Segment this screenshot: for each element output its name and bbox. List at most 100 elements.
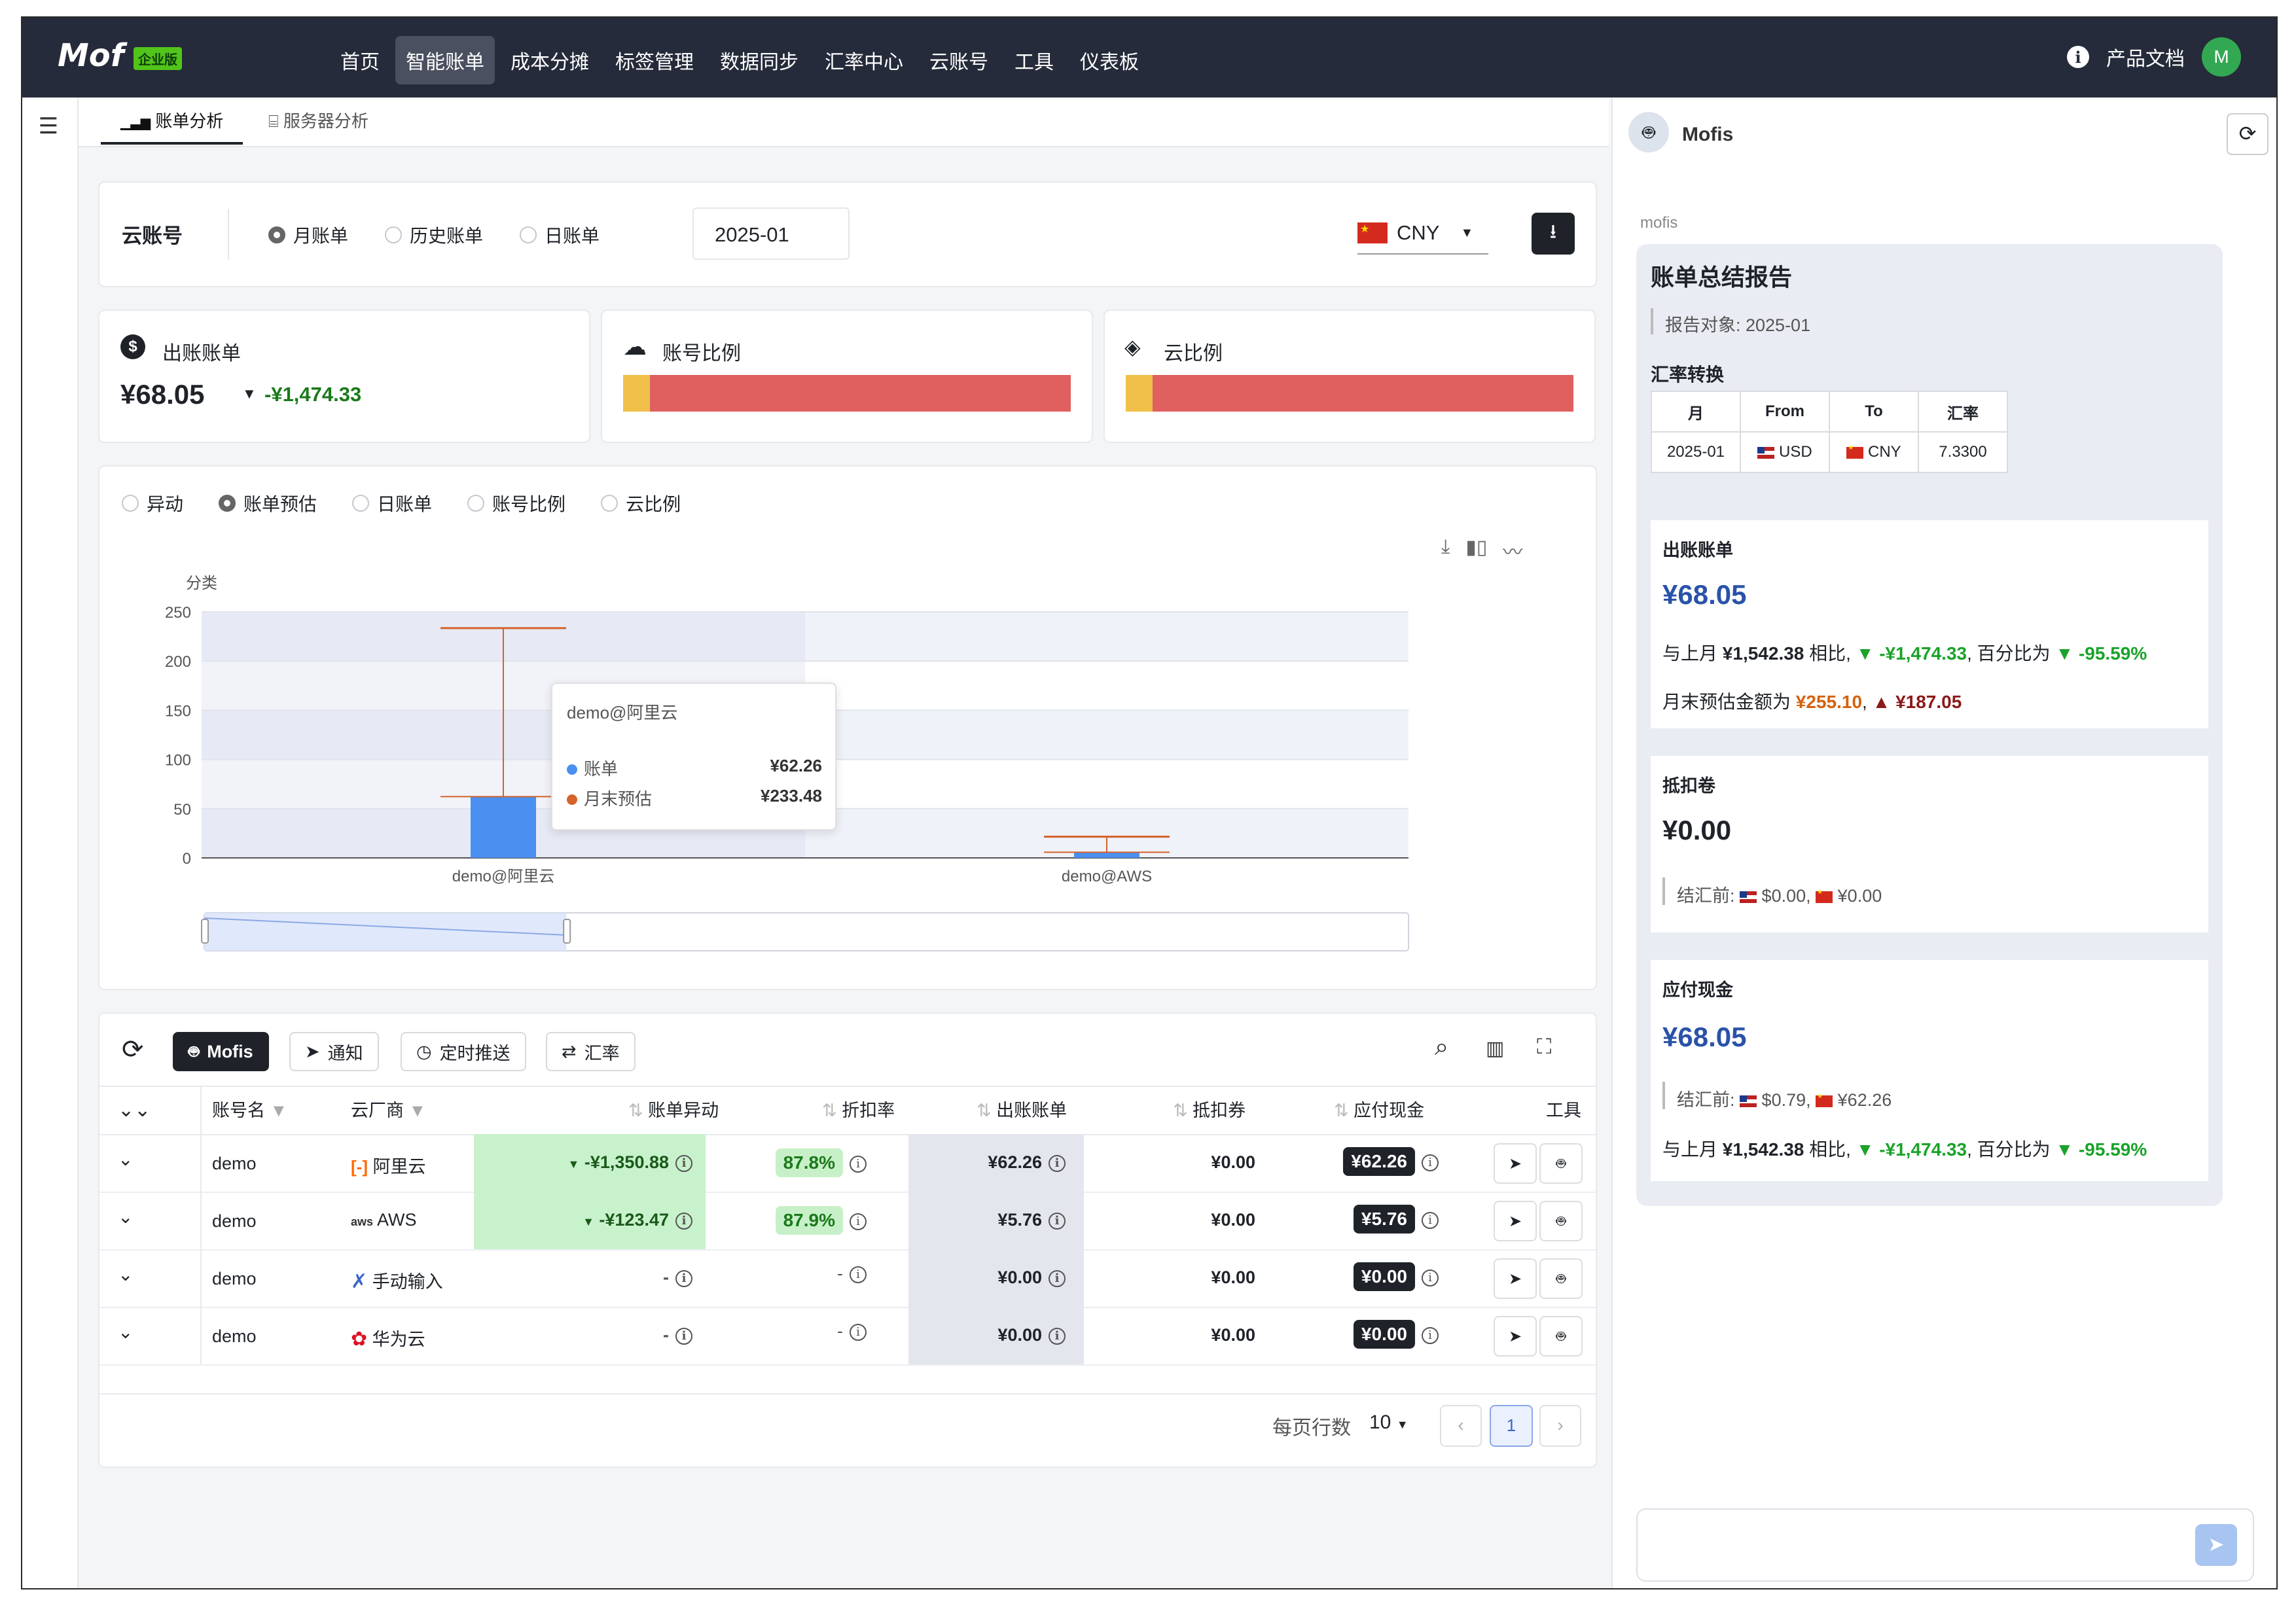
avatar[interactable]: M — [2202, 37, 2241, 77]
expand-all-icon[interactable]: ⌄⌄ — [118, 1087, 151, 1134]
send-message-icon[interactable]: ➤ — [2195, 1524, 2237, 1566]
edition-badge: 企业版 — [134, 47, 182, 70]
fx-button[interactable]: ⇄ 汇率 — [546, 1032, 636, 1071]
info-icon: i — [1049, 1269, 1066, 1287]
info-icon: i — [1422, 1326, 1439, 1344]
nav-item-home[interactable]: 首页 — [330, 36, 390, 84]
month-picker[interactable]: 2025-01 — [692, 207, 850, 260]
menu-toggle-icon[interactable]: ☰ — [34, 112, 63, 141]
side-strip: ☰ — [22, 98, 79, 1588]
send-notify-icon[interactable]: ➤ — [1494, 1316, 1537, 1357]
table-row[interactable]: ⌄ demo ✗ 手动输入 -i -i ¥0.00 i ¥0.00 ¥0.00 i … — [99, 1249, 1596, 1308]
per-page-select[interactable]: 10 ▼ — [1369, 1411, 1408, 1434]
layers-icon: ◈ — [1124, 335, 1141, 359]
col-coupon[interactable]: ⇅ 抵扣券 — [1173, 1087, 1246, 1134]
bill-forecast-chart[interactable]: 0 50 100 150 200 250 分类 demo@阿里云 demo@AWS — [99, 467, 1596, 989]
refresh-icon[interactable]: ⟳ — [2227, 113, 2269, 155]
info-icon: i — [1049, 1327, 1066, 1345]
radio-daily[interactable]: 日账单 — [520, 222, 600, 248]
tab-bill-analysis[interactable]: ▁▃▆ 账单分析 — [101, 98, 243, 145]
chart-card: 异动 账单预估 日账单 账号比例 云比例 ⤓ ▮▯ 〰 0 50 100 150 200… — [98, 465, 1597, 990]
expand-row-icon[interactable]: ⌄ — [118, 1264, 133, 1285]
col-billed[interactable]: ⇅ 出账账单 — [977, 1087, 1067, 1134]
robot-icon[interactable]: 🤖︎ — [1539, 1316, 1583, 1357]
info-icon: i — [850, 1266, 867, 1283]
account-name: demo — [212, 1326, 257, 1346]
nav-item-tags[interactable]: 标签管理 — [605, 36, 704, 84]
col-vendor[interactable]: 云厂商 ▼ — [351, 1087, 426, 1134]
fullscreen-icon[interactable]: ⛶ — [1537, 1035, 1551, 1059]
nav-item-data-sync[interactable]: 数据同步 — [709, 36, 809, 84]
col-account[interactable]: 账号名 ▼ — [212, 1087, 287, 1134]
radio-monthly[interactable]: 月账单 — [268, 222, 348, 248]
filter-icon[interactable]: ▼ — [270, 1101, 288, 1120]
nav-item-fx-center[interactable]: 汇率中心 — [814, 36, 914, 84]
y-tick-label: 200 — [165, 653, 191, 671]
page-1-button[interactable]: 1 — [1490, 1405, 1533, 1447]
docs-link[interactable]: 产品文档 — [2106, 43, 2185, 71]
huawei-icon: ✿ — [351, 1328, 368, 1350]
notify-button[interactable]: ➤ 通知 — [289, 1032, 379, 1071]
zoom-handle-left — [201, 919, 209, 944]
app-logo[interactable]: Mof — [58, 37, 124, 74]
search-icon[interactable]: ⌕ — [1435, 1033, 1448, 1061]
vendor: ✗ 手动输入 — [351, 1271, 443, 1292]
send-notify-icon[interactable]: ➤ — [1494, 1201, 1537, 1241]
send-notify-icon[interactable]: ➤ — [1494, 1143, 1537, 1184]
expand-row-icon[interactable]: ⌄ — [118, 1321, 133, 1343]
mofis-button[interactable]: 🤖︎ Mofis — [173, 1032, 269, 1071]
account-ratio-bar[interactable] — [623, 375, 1071, 412]
info-icon: i — [1422, 1154, 1439, 1171]
cash-summary: 应付现金 ¥68.05 结汇前: $0.79, ¥62.26 与上月 ¥1,54… — [1651, 960, 2208, 1181]
coupon-value: ¥0.00 — [1211, 1325, 1255, 1345]
bar-bill — [1074, 852, 1139, 858]
info-icon: i — [675, 1212, 692, 1230]
main-nav: 首页 智能账单 成本分摊 标签管理 数据同步 汇率中心 云账号 工具 仪表板 — [330, 36, 1149, 84]
tab-server-analysis[interactable]: ⌸ 服务器分析 — [249, 98, 388, 145]
info-icon[interactable]: i — [2067, 46, 2089, 68]
change-value: -i — [663, 1268, 692, 1288]
nav-item-cost-allocation[interactable]: 成本分摊 — [500, 36, 600, 84]
table-row[interactable]: ⌄ demo ✿ 华为云 -i -i ¥0.00 i ¥0.00 ¥0.00 i ➤… — [99, 1307, 1596, 1366]
coupon-summary: 抵扣卷 ¥0.00 结汇前: $0.00, ¥0.00 — [1651, 756, 2208, 932]
cloud-ratio-label: 云比例 — [1164, 343, 1223, 364]
coupon-value: ¥0.00 — [1211, 1268, 1255, 1287]
tooltip-title: demo@阿里云 — [567, 703, 678, 722]
caret-down-icon: ▼ — [242, 385, 257, 402]
table-row[interactable]: ⌄ demo aws AWS ▼ -¥123.47 i 87.9% i ¥5.76 i… — [99, 1192, 1596, 1251]
nav-item-dashboard[interactable]: 仪表板 — [1069, 36, 1149, 84]
refresh-icon[interactable]: ⟳ — [122, 1035, 144, 1065]
fx-title: 汇率转换 — [1651, 364, 1725, 385]
send-notify-icon[interactable]: ➤ — [1494, 1258, 1537, 1299]
col-discount[interactable]: ⇅ 折扣率 — [822, 1087, 895, 1134]
schedule-button[interactable]: ◷ 定时推送 — [401, 1032, 526, 1071]
table-row[interactable]: ⌄ demo [-] 阿里云 ▼ -¥1,350.88 i 87.8% i ¥62.… — [99, 1134, 1596, 1193]
expand-row-icon[interactable]: ⌄ — [118, 1148, 133, 1170]
currency-select[interactable]: ★ CNY ▼ — [1357, 213, 1488, 255]
robot-icon[interactable]: 🤖︎ — [1539, 1258, 1583, 1299]
cloud-ratio-bar[interactable] — [1126, 375, 1573, 412]
chat-input[interactable]: ➤ — [1636, 1508, 2254, 1582]
y-tick-label: 50 — [173, 801, 191, 819]
next-page-icon[interactable]: › — [1539, 1405, 1581, 1447]
nav-item-cloud-accounts[interactable]: 云账号 — [919, 36, 999, 84]
filter-icon[interactable]: ▼ — [409, 1101, 427, 1120]
nav-item-smart-bill[interactable]: 智能账单 — [395, 36, 495, 84]
coupon-value: ¥0.00 — [1211, 1210, 1255, 1230]
change-value: -i — [663, 1325, 692, 1345]
prev-page-icon[interactable]: ‹ — [1440, 1405, 1482, 1447]
col-change[interactable]: ⇅ 账单异动 — [628, 1087, 719, 1134]
vendor: aws AWS — [351, 1210, 417, 1230]
table-card: ⟳ 🤖︎ Mofis ➤ 通知 ◷ 定时推送 ⇄ 汇率 ⌕ ▥ ⛶ ⌄⌄ 账号名 ▼ 云… — [98, 1012, 1597, 1468]
expand-row-icon[interactable]: ⌄ — [118, 1206, 133, 1228]
nav-item-tools[interactable]: 工具 — [1004, 36, 1064, 84]
robot-icon[interactable]: 🤖︎ — [1539, 1143, 1583, 1184]
swap-icon: ⇄ — [562, 1041, 577, 1061]
radio-history[interactable]: 历史账单 — [385, 222, 483, 248]
col-cash[interactable]: ⇅ 应付现金 — [1334, 1087, 1424, 1134]
app-window: Mof 企业版 首页 智能账单 成本分摊 标签管理 数据同步 汇率中心 云账号 … — [21, 16, 2278, 1589]
robot-icon[interactable]: 🤖︎ — [1539, 1201, 1583, 1241]
download-icon[interactable]: ⭳ — [1532, 213, 1575, 255]
cash-value: ¥0.00 i — [1353, 1262, 1439, 1291]
columns-icon[interactable]: ▥ — [1486, 1037, 1504, 1060]
